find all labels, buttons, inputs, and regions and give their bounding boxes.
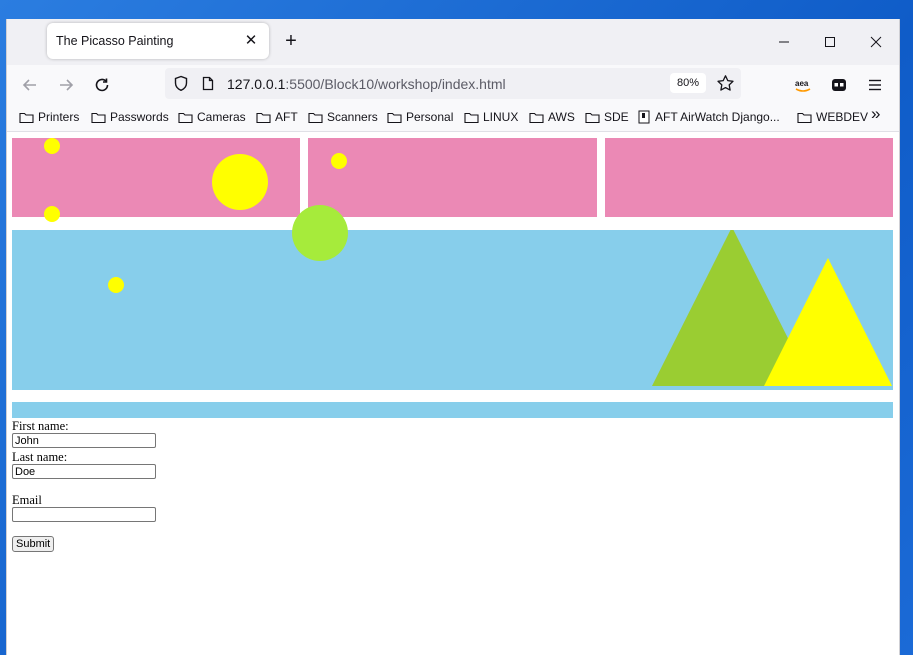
pink-panel-right — [605, 138, 893, 217]
bookmark-aws[interactable]: AWS — [529, 109, 575, 125]
url-path: :5500/Block10/workshop/index.html — [285, 76, 506, 92]
forward-button[interactable] — [52, 71, 80, 99]
zoom-level-badge[interactable]: 80% — [670, 73, 706, 93]
yellow-dot — [44, 206, 60, 222]
bookmark-printers[interactable]: Printers — [19, 109, 79, 125]
close-icon — [870, 36, 882, 48]
bookmark-sde[interactable]: SDE — [585, 109, 629, 125]
folder-icon — [19, 112, 34, 123]
extension-button[interactable] — [825, 71, 853, 99]
page-content: First name: Last name: Email Submit — [7, 132, 899, 655]
amazon-icon: aea — [795, 79, 811, 92]
menu-button[interactable] — [861, 71, 889, 99]
tab-picasso[interactable]: The Picasso Painting ✕ — [47, 23, 269, 59]
hamburger-menu-icon — [869, 79, 881, 91]
triangles-drawing — [652, 230, 892, 386]
bookmark-label: AFT — [275, 110, 298, 124]
star-icon[interactable] — [716, 74, 735, 93]
bookmark-scanners[interactable]: Scanners — [308, 109, 378, 125]
contact-form: First name: Last name: Email Submit — [12, 420, 156, 552]
folder-icon — [585, 112, 600, 123]
maximize-button[interactable] — [807, 27, 853, 57]
url-host: 127.0.0.1 — [227, 76, 286, 92]
minimize-button[interactable] — [761, 27, 807, 57]
yellow-circle — [212, 154, 268, 210]
folder-icon — [178, 112, 193, 123]
tab-title: The Picasso Painting — [56, 34, 174, 48]
bookmark-label: Printers — [38, 110, 80, 124]
bookmark-label: AWS — [548, 110, 575, 124]
bookmark-label: Personal — [406, 110, 454, 124]
browser-window: The Picasso Painting ✕ + 127.0.0.1:5500/… — [6, 19, 900, 655]
forward-arrow-icon — [60, 79, 74, 91]
navigation-toolbar: 127.0.0.1:5500/Block10/workshop/index.ht… — [7, 65, 899, 103]
bookmark-aft-airwatch[interactable]: AFT AirWatch Django... — [637, 109, 780, 125]
folder-icon — [308, 112, 323, 123]
green-circle — [292, 205, 348, 261]
bookmark-label: SDE — [604, 110, 629, 124]
close-tab-icon[interactable]: ✕ — [241, 31, 261, 51]
blue-strip — [12, 402, 893, 418]
bookmark-passwords[interactable]: Passwords — [91, 109, 169, 125]
folder-icon — [91, 112, 106, 123]
bookmark-label: WEBDEV — [816, 110, 869, 124]
tab-strip: The Picasso Painting ✕ + — [7, 19, 899, 65]
new-tab-button[interactable]: + — [279, 29, 303, 53]
url-text[interactable]: 127.0.0.1:5500/Block10/workshop/index.ht… — [227, 76, 506, 92]
page-info-icon[interactable] — [202, 76, 214, 91]
pink-panel-middle — [308, 138, 597, 217]
bookmark-label: AFT AirWatch Django... — [655, 110, 780, 124]
svg-text:aea: aea — [795, 79, 809, 88]
bookmark-personal[interactable]: Personal — [387, 109, 453, 125]
close-window-button[interactable] — [853, 27, 899, 57]
email-label: Email — [12, 493, 42, 507]
first-name-label: First name: — [12, 419, 69, 433]
last-name-input[interactable] — [12, 464, 156, 479]
maximize-icon — [825, 37, 835, 47]
folder-icon — [797, 112, 812, 123]
back-arrow-icon — [22, 79, 36, 91]
yellow-dot — [44, 138, 60, 154]
yellow-triangle — [764, 258, 892, 386]
back-button[interactable] — [16, 71, 44, 99]
bookmark-label: Cameras — [197, 110, 246, 124]
minimize-icon — [779, 41, 789, 43]
first-name-input[interactable] — [12, 433, 156, 448]
email-input[interactable] — [12, 507, 156, 522]
submit-button[interactable]: Submit — [12, 536, 55, 552]
folder-icon — [387, 112, 402, 123]
bookmark-label: LINUX — [483, 110, 519, 124]
folder-icon — [529, 112, 544, 123]
yellow-dot — [108, 277, 124, 293]
address-bar[interactable]: 127.0.0.1:5500/Block10/workshop/index.ht… — [165, 68, 741, 99]
bookmarks-overflow-button[interactable]: » — [871, 104, 881, 123]
bookmark-linux[interactable]: LINUX — [464, 109, 518, 125]
shield-icon[interactable] — [173, 75, 189, 92]
extension-mask-icon — [832, 79, 846, 91]
bookmark-aft[interactable]: AFT — [256, 109, 298, 125]
reload-button[interactable] — [88, 71, 116, 99]
folder-icon — [464, 112, 479, 123]
last-name-label: Last name: — [12, 450, 68, 464]
reload-icon — [95, 78, 109, 92]
page-icon — [638, 110, 650, 124]
bookmark-label: Scanners — [327, 110, 378, 124]
bookmark-cameras[interactable]: Cameras — [178, 109, 246, 125]
amazon-extension-button[interactable]: aea — [789, 71, 817, 99]
chevron-double-right-icon: » — [871, 104, 881, 123]
bookmark-label: Passwords — [110, 110, 169, 124]
bookmark-webdev[interactable]: WEBDEV — [797, 109, 868, 125]
bookmarks-toolbar: Printers Passwords Cameras AFT Scanners … — [7, 103, 899, 132]
yellow-dot — [331, 153, 347, 169]
folder-icon — [256, 112, 271, 123]
sky-panel — [12, 230, 893, 390]
